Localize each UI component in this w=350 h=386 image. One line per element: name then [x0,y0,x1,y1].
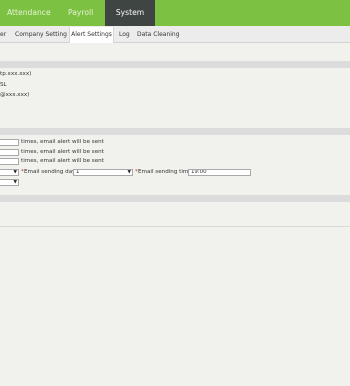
tab-alert-settings[interactable]: Alert Settings [69,27,114,43]
tab-log[interactable]: Log [119,26,130,43]
chevron-down-icon: ▼ [13,180,17,185]
smtp-server-hint: tp.xxx.xxx) [0,71,32,77]
nav-system[interactable]: System [105,0,155,26]
sub-navigation: er Company Setting Alert Settings Log Da… [0,26,350,43]
tab-user[interactable]: er [0,26,6,43]
alert-threshold-input-1[interactable] [0,139,19,146]
alert-frequency-select[interactable]: ▼ [0,169,19,176]
email-sending-time-label: Email sending time: [138,169,194,175]
email-sending-time-input[interactable]: 19:00 [188,169,251,176]
alert-threshold-input-3[interactable] [0,158,19,165]
nav-attendance[interactable]: Attendance [7,0,51,26]
alert-threshold-label-2: times, email alert will be sent [21,149,104,155]
alert-threshold-label-1: times, email alert will be sent [21,139,104,145]
ssl-label: SL [0,82,7,88]
alert-threshold-input-2[interactable] [0,149,19,156]
email-settings-header [0,61,350,68]
email-sending-day-value: 1 [76,169,80,175]
top-navigation: Attendance Payroll System [0,0,350,26]
tab-data-cleaning[interactable]: Data Cleaning [137,26,180,43]
alert-option-select[interactable]: ▼ [0,179,19,186]
chevron-down-icon: ▼ [127,170,131,175]
email-sending-day-select[interactable]: 1 ▼ [73,169,133,176]
alert-threshold-label-3: times, email alert will be sent [21,158,104,164]
chevron-down-icon: ▼ [13,170,17,175]
email-sending-day-label: Email sending day: [24,169,77,175]
alert-settings-header [0,128,350,135]
content-bottom-divider [0,226,350,227]
tab-company-setting[interactable]: Company Setting [15,26,67,43]
nav-payroll[interactable]: Payroll [68,0,98,26]
email-address-hint: @xxx.xxx) [0,92,30,98]
section-footer-bar [0,195,350,202]
